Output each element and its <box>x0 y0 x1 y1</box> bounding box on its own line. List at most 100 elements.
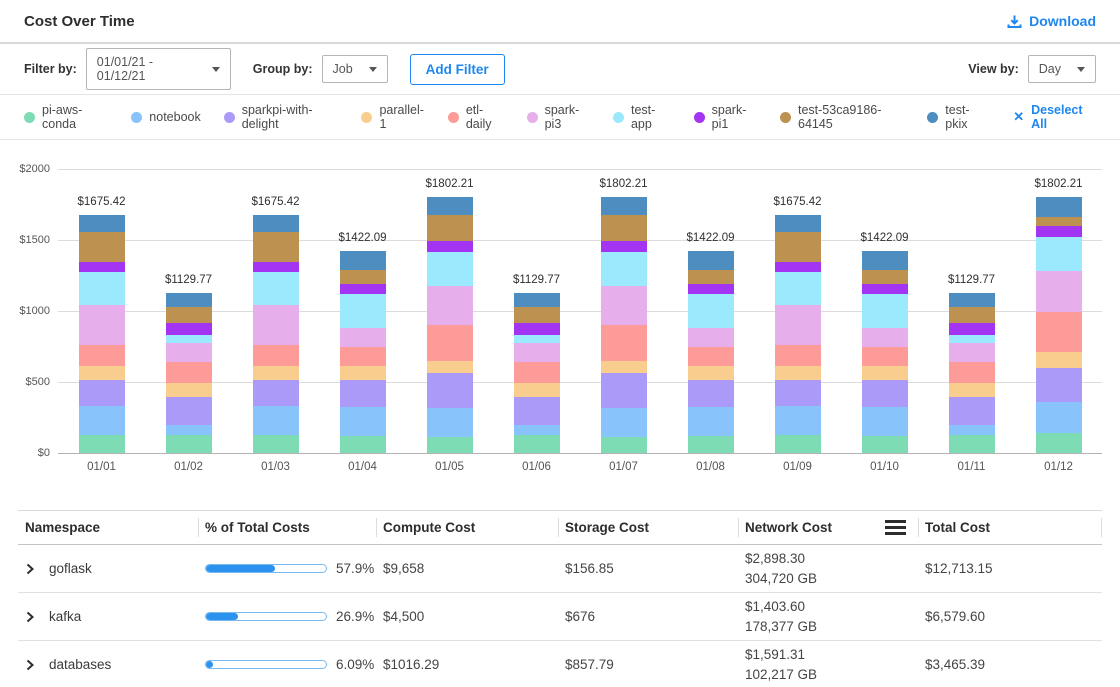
bar-segment-etl-daily[interactable] <box>949 362 995 383</box>
chevron-right-icon[interactable] <box>24 659 36 671</box>
bar-segment-pi-aws-conda[interactable] <box>775 435 821 453</box>
stacked-bar[interactable] <box>79 215 125 453</box>
column-header-storage-cost[interactable]: Storage Cost <box>558 511 738 544</box>
bar-segment-spark-pi1[interactable] <box>949 323 995 335</box>
bar-segment-notebook[interactable] <box>862 407 908 436</box>
bar-column-01/01[interactable]: $1675.42 <box>58 169 145 453</box>
bar-segment-etl-daily[interactable] <box>166 362 212 383</box>
bar-segment-test-app[interactable] <box>862 294 908 327</box>
bar-column-01/08[interactable]: $1422.09 <box>667 169 754 453</box>
bar-column-01/06[interactable]: $1129.77 <box>493 169 580 453</box>
bar-segment-etl-daily[interactable] <box>688 347 734 366</box>
bar-segment-test-pkix[interactable] <box>253 215 299 232</box>
bar-segment-spark-pi3[interactable] <box>949 343 995 362</box>
bar-segment-spark-pi3[interactable] <box>514 343 560 362</box>
bar-segment-etl-daily[interactable] <box>79 345 125 366</box>
namespace-cell[interactable]: databases <box>18 657 198 672</box>
bar-segment-sparkpi-with-delight[interactable] <box>949 397 995 425</box>
bar-segment-parallel-1[interactable] <box>253 366 299 381</box>
bar-segment-test-53ca9186-64145[interactable] <box>79 232 125 262</box>
bar-segment-sparkpi-with-delight[interactable] <box>514 397 560 425</box>
bar-segment-spark-pi3[interactable] <box>688 328 734 348</box>
bar-segment-test-app[interactable] <box>949 335 995 343</box>
bar-segment-test-pkix[interactable] <box>601 197 647 215</box>
legend-item-test-app[interactable]: test-app <box>613 103 671 131</box>
bar-segment-test-53ca9186-64145[interactable] <box>862 270 908 284</box>
bar-segment-spark-pi1[interactable] <box>775 262 821 272</box>
bar-segment-test-53ca9186-64145[interactable] <box>166 307 212 323</box>
bar-segment-test-pkix[interactable] <box>427 197 473 215</box>
stacked-bar[interactable] <box>166 293 212 453</box>
bar-segment-spark-pi1[interactable] <box>688 284 734 294</box>
bar-segment-spark-pi3[interactable] <box>1036 271 1082 312</box>
bar-segment-spark-pi3[interactable] <box>253 305 299 344</box>
bar-segment-notebook[interactable] <box>253 406 299 435</box>
bar-segment-test-53ca9186-64145[interactable] <box>688 270 734 284</box>
bar-segment-test-app[interactable] <box>427 252 473 285</box>
stacked-bar[interactable] <box>253 215 299 453</box>
namespace-cell[interactable]: goflask <box>18 561 198 576</box>
bar-segment-test-app[interactable] <box>775 272 821 305</box>
bar-segment-spark-pi3[interactable] <box>775 305 821 344</box>
stacked-bar[interactable] <box>775 215 821 453</box>
bar-column-01/02[interactable]: $1129.77 <box>145 169 232 453</box>
bar-segment-sparkpi-with-delight[interactable] <box>340 380 386 407</box>
bar-segment-spark-pi1[interactable] <box>340 284 386 294</box>
stacked-bar[interactable] <box>427 197 473 453</box>
stacked-bar[interactable] <box>949 293 995 453</box>
bar-segment-spark-pi1[interactable] <box>79 262 125 272</box>
bar-segment-parallel-1[interactable] <box>340 366 386 380</box>
column-header-total-cost[interactable]: Total Cost <box>918 511 1102 544</box>
bar-segment-notebook[interactable] <box>166 425 212 435</box>
bar-segment-pi-aws-conda[interactable] <box>427 437 473 453</box>
column-header-compute-cost[interactable]: Compute Cost <box>376 511 558 544</box>
stacked-bar[interactable] <box>1036 197 1082 453</box>
bar-segment-spark-pi3[interactable] <box>166 343 212 362</box>
bar-column-01/04[interactable]: $1422.09 <box>319 169 406 453</box>
bar-segment-parallel-1[interactable] <box>514 383 560 397</box>
bar-segment-notebook[interactable] <box>1036 402 1082 432</box>
bar-segment-sparkpi-with-delight[interactable] <box>862 380 908 407</box>
download-button[interactable]: Download <box>1007 13 1096 29</box>
bar-segment-notebook[interactable] <box>340 407 386 436</box>
bar-segment-parallel-1[interactable] <box>862 366 908 380</box>
bar-segment-sparkpi-with-delight[interactable] <box>601 373 647 407</box>
group-by-dropdown[interactable]: Job <box>322 55 388 83</box>
bar-segment-notebook[interactable] <box>427 408 473 437</box>
bar-segment-notebook[interactable] <box>688 407 734 436</box>
bar-segment-sparkpi-with-delight[interactable] <box>253 380 299 406</box>
bar-segment-test-pkix[interactable] <box>1036 197 1082 216</box>
bar-segment-sparkpi-with-delight[interactable] <box>1036 368 1082 402</box>
bar-segment-spark-pi1[interactable] <box>862 284 908 294</box>
bar-segment-sparkpi-with-delight[interactable] <box>775 380 821 406</box>
chevron-right-icon[interactable] <box>24 563 36 575</box>
bar-segment-parallel-1[interactable] <box>1036 352 1082 368</box>
bar-segment-etl-daily[interactable] <box>601 325 647 361</box>
stacked-bar[interactable] <box>862 251 908 453</box>
legend-item-notebook[interactable]: notebook <box>131 110 200 124</box>
bar-segment-pi-aws-conda[interactable] <box>949 435 995 453</box>
column-header-namespace[interactable]: Namespace <box>18 511 198 544</box>
bar-segment-sparkpi-with-delight[interactable] <box>688 380 734 407</box>
bar-column-01/03[interactable]: $1675.42 <box>232 169 319 453</box>
bar-segment-spark-pi1[interactable] <box>514 323 560 335</box>
bar-column-01/09[interactable]: $1675.42 <box>754 169 841 453</box>
namespace-cell[interactable]: kafka <box>18 609 198 624</box>
bar-segment-test-pkix[interactable] <box>79 215 125 232</box>
bar-segment-test-53ca9186-64145[interactable] <box>427 215 473 241</box>
bar-column-01/07[interactable]: $1802.21 <box>580 169 667 453</box>
bar-segment-etl-daily[interactable] <box>775 345 821 366</box>
bar-segment-etl-daily[interactable] <box>862 347 908 366</box>
legend-item-sparkpi-with-delight[interactable]: sparkpi-with-delight <box>224 103 339 131</box>
bar-segment-pi-aws-conda[interactable] <box>1036 433 1082 453</box>
bar-segment-test-app[interactable] <box>688 294 734 327</box>
bar-segment-test-53ca9186-64145[interactable] <box>775 232 821 262</box>
bar-segment-test-pkix[interactable] <box>862 251 908 270</box>
bar-segment-spark-pi1[interactable] <box>427 241 473 252</box>
bar-segment-test-pkix[interactable] <box>340 251 386 270</box>
hamburger-menu-icon[interactable] <box>885 520 906 535</box>
bar-segment-test-app[interactable] <box>253 272 299 305</box>
bar-segment-spark-pi3[interactable] <box>79 305 125 344</box>
add-filter-button[interactable]: Add Filter <box>410 54 505 85</box>
bar-segment-test-pkix[interactable] <box>166 293 212 307</box>
